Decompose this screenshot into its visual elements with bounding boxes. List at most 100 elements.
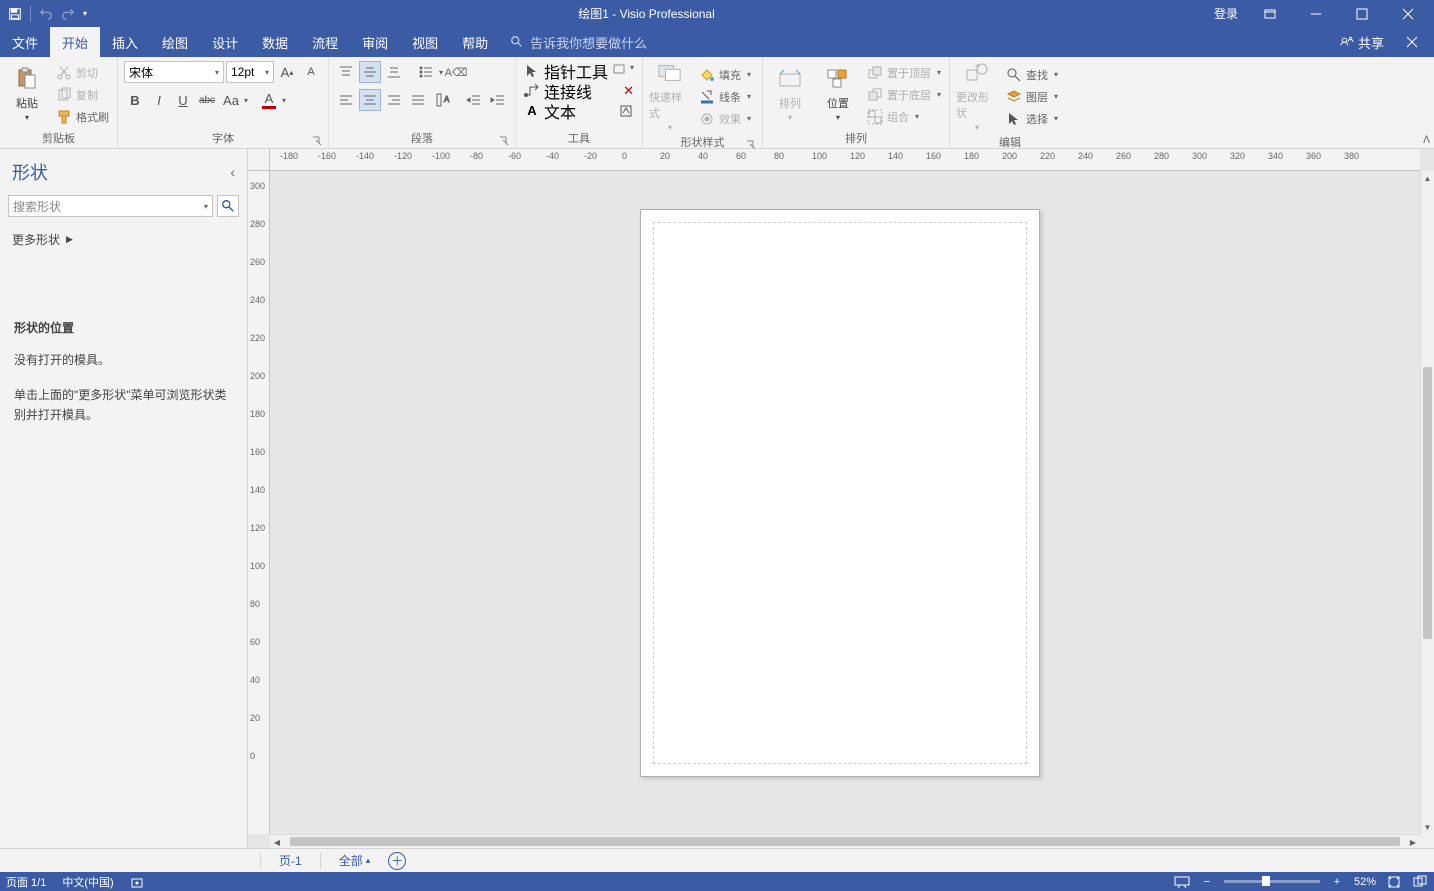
zoom-out-button[interactable]: − — [1200, 876, 1214, 888]
font-size-combo[interactable]: 12pt▾ — [226, 61, 274, 83]
page-tab-1[interactable]: 页-1 — [279, 852, 302, 869]
pointer-tool-button[interactable]: 指针工具 ▾ — [522, 61, 636, 81]
maximize-button[interactable] — [1340, 0, 1384, 27]
more-shapes-menu[interactable]: 更多形状 ▶ — [0, 221, 247, 258]
collapse-pane-icon[interactable]: ‹ — [230, 164, 235, 180]
tab-data[interactable]: 数据 — [250, 27, 300, 57]
collapse-ribbon-icon[interactable]: ᐱ — [1423, 135, 1430, 146]
rotate-text-icon[interactable] — [618, 103, 634, 119]
font-name-combo[interactable]: 宋体▾ — [124, 61, 224, 83]
cut-button[interactable]: 剪切 — [54, 63, 111, 83]
align-left-button[interactable] — [335, 89, 357, 111]
font-color-button[interactable]: A — [258, 89, 280, 111]
arrange-button[interactable]: 排列 ▾ — [769, 67, 811, 122]
tab-help[interactable]: 帮助 — [450, 27, 500, 57]
undo-icon[interactable] — [39, 7, 53, 21]
close-button[interactable] — [1386, 0, 1430, 27]
increase-indent-button[interactable] — [487, 89, 509, 111]
ruler-tick: 40 — [250, 675, 260, 685]
tab-design[interactable]: 设计 — [200, 27, 250, 57]
position-button[interactable]: 位置 ▾ — [817, 67, 859, 122]
vertical-ruler[interactable]: 3002802602402202001801601401201008060402… — [248, 171, 270, 834]
scroll-down-icon[interactable]: ▼ — [1421, 820, 1434, 834]
scroll-thumb-h[interactable] — [290, 837, 1400, 846]
tab-file[interactable]: 文件 — [0, 27, 50, 57]
tab-insert[interactable]: 插入 — [100, 27, 150, 57]
grow-font-button[interactable]: A▴ — [276, 61, 298, 83]
save-icon[interactable] — [8, 7, 22, 21]
presentation-mode-icon[interactable] — [1174, 875, 1190, 889]
shape-search-button[interactable] — [217, 195, 239, 217]
share-button[interactable]: 共享 — [1340, 33, 1384, 52]
bold-button[interactable]: B — [124, 89, 146, 111]
shrink-font-button[interactable]: A — [300, 61, 322, 83]
justify-button[interactable] — [407, 89, 429, 111]
zoom-percent[interactable]: 52% — [1354, 876, 1376, 888]
horizontal-scrollbar[interactable]: ◀ ▶ — [270, 834, 1420, 848]
line-button[interactable]: 线条▾ — [697, 87, 753, 107]
format-painter-button[interactable]: 格式刷 — [54, 107, 111, 127]
align-bottom-button[interactable] — [383, 61, 405, 83]
copy-button[interactable]: 复制 — [54, 85, 111, 105]
page[interactable] — [640, 209, 1040, 777]
shape-search-input[interactable]: 搜索形状 ▾ — [8, 195, 213, 217]
change-case-button[interactable]: Aa — [220, 89, 242, 111]
redo-icon[interactable] — [61, 7, 75, 21]
fit-page-icon[interactable] — [1386, 875, 1402, 889]
bring-front-button[interactable]: 置于顶层▾ — [865, 63, 943, 83]
close-pane-button[interactable] — [1396, 36, 1428, 48]
drawing-canvas[interactable] — [270, 171, 1420, 834]
paste-button[interactable]: 粘贴 ▾ — [6, 67, 48, 122]
switch-windows-icon[interactable] — [1412, 875, 1428, 889]
tab-process[interactable]: 流程 — [300, 27, 350, 57]
italic-button[interactable]: I — [148, 89, 170, 111]
ruler-tick: -180 — [280, 151, 298, 161]
text-tool-button[interactable]: A 文本 — [522, 101, 636, 121]
bullets-button[interactable] — [415, 61, 437, 83]
login-link[interactable]: 登录 — [1206, 5, 1246, 22]
zoom-thumb[interactable] — [1262, 876, 1270, 886]
find-button[interactable]: 查找▾ — [1004, 65, 1060, 85]
scroll-up-icon[interactable]: ▲ — [1421, 171, 1434, 185]
page-tab-all[interactable]: 全部▴ — [339, 852, 371, 869]
delete-connector-icon[interactable]: ✕ — [623, 83, 634, 99]
horizontal-ruler[interactable]: -180-160-140-120-100-80-60-40-2002040608… — [270, 149, 1420, 171]
tab-home[interactable]: 开始 — [50, 27, 100, 57]
minimize-button[interactable] — [1294, 0, 1338, 27]
add-page-button[interactable]: ＋ — [388, 852, 406, 870]
connector-tool-button[interactable]: 连接线 ✕ — [522, 81, 636, 101]
align-right-button[interactable] — [383, 89, 405, 111]
tab-review[interactable]: 审阅 — [350, 27, 400, 57]
zoom-in-button[interactable]: + — [1330, 876, 1344, 888]
zoom-slider[interactable] — [1224, 880, 1320, 883]
align-middle-button[interactable] — [359, 61, 381, 83]
quick-styles-button[interactable]: 快速样式 ▾ — [649, 61, 691, 132]
send-back-button[interactable]: 置于底层▾ — [865, 85, 943, 105]
group-button[interactable]: 组合▾ — [865, 107, 943, 127]
underline-button[interactable]: U — [172, 89, 194, 111]
macro-recorder-icon[interactable] — [130, 875, 144, 889]
tell-me-search[interactable]: 告诉我你想要做什么 — [510, 27, 647, 57]
scroll-right-icon[interactable]: ▶ — [1406, 835, 1420, 849]
font-dialog-launcher-icon[interactable] — [312, 136, 322, 146]
language-indicator[interactable]: 中文(中国) — [62, 874, 113, 890]
tab-view[interactable]: 视图 — [400, 27, 450, 57]
ribbon-display-options-icon[interactable] — [1248, 0, 1292, 27]
vertical-scrollbar[interactable]: ▲ ▼ — [1420, 171, 1434, 834]
fill-button[interactable]: 填充▾ — [697, 65, 753, 85]
tab-draw[interactable]: 绘图 — [150, 27, 200, 57]
effect-button[interactable]: 效果▾ — [697, 109, 753, 129]
change-shape-button[interactable]: 更改形状 ▾ — [956, 61, 998, 132]
text-direction-button[interactable]: A — [431, 89, 453, 111]
clear-format-button[interactable]: A⌫ — [445, 61, 467, 83]
paragraph-dialog-launcher-icon[interactable] — [499, 136, 509, 146]
scroll-left-icon[interactable]: ◀ — [270, 835, 284, 849]
align-top-button[interactable] — [335, 61, 357, 83]
decrease-indent-button[interactable] — [463, 89, 485, 111]
select-button[interactable]: 选择▾ — [1004, 109, 1060, 129]
scroll-thumb-v[interactable] — [1423, 367, 1432, 639]
align-center-button[interactable] — [359, 89, 381, 111]
page-indicator[interactable]: 页面 1/1 — [6, 874, 46, 890]
layer-button[interactable]: 图层▾ — [1004, 87, 1060, 107]
strikethrough-button[interactable]: abc — [196, 89, 218, 111]
